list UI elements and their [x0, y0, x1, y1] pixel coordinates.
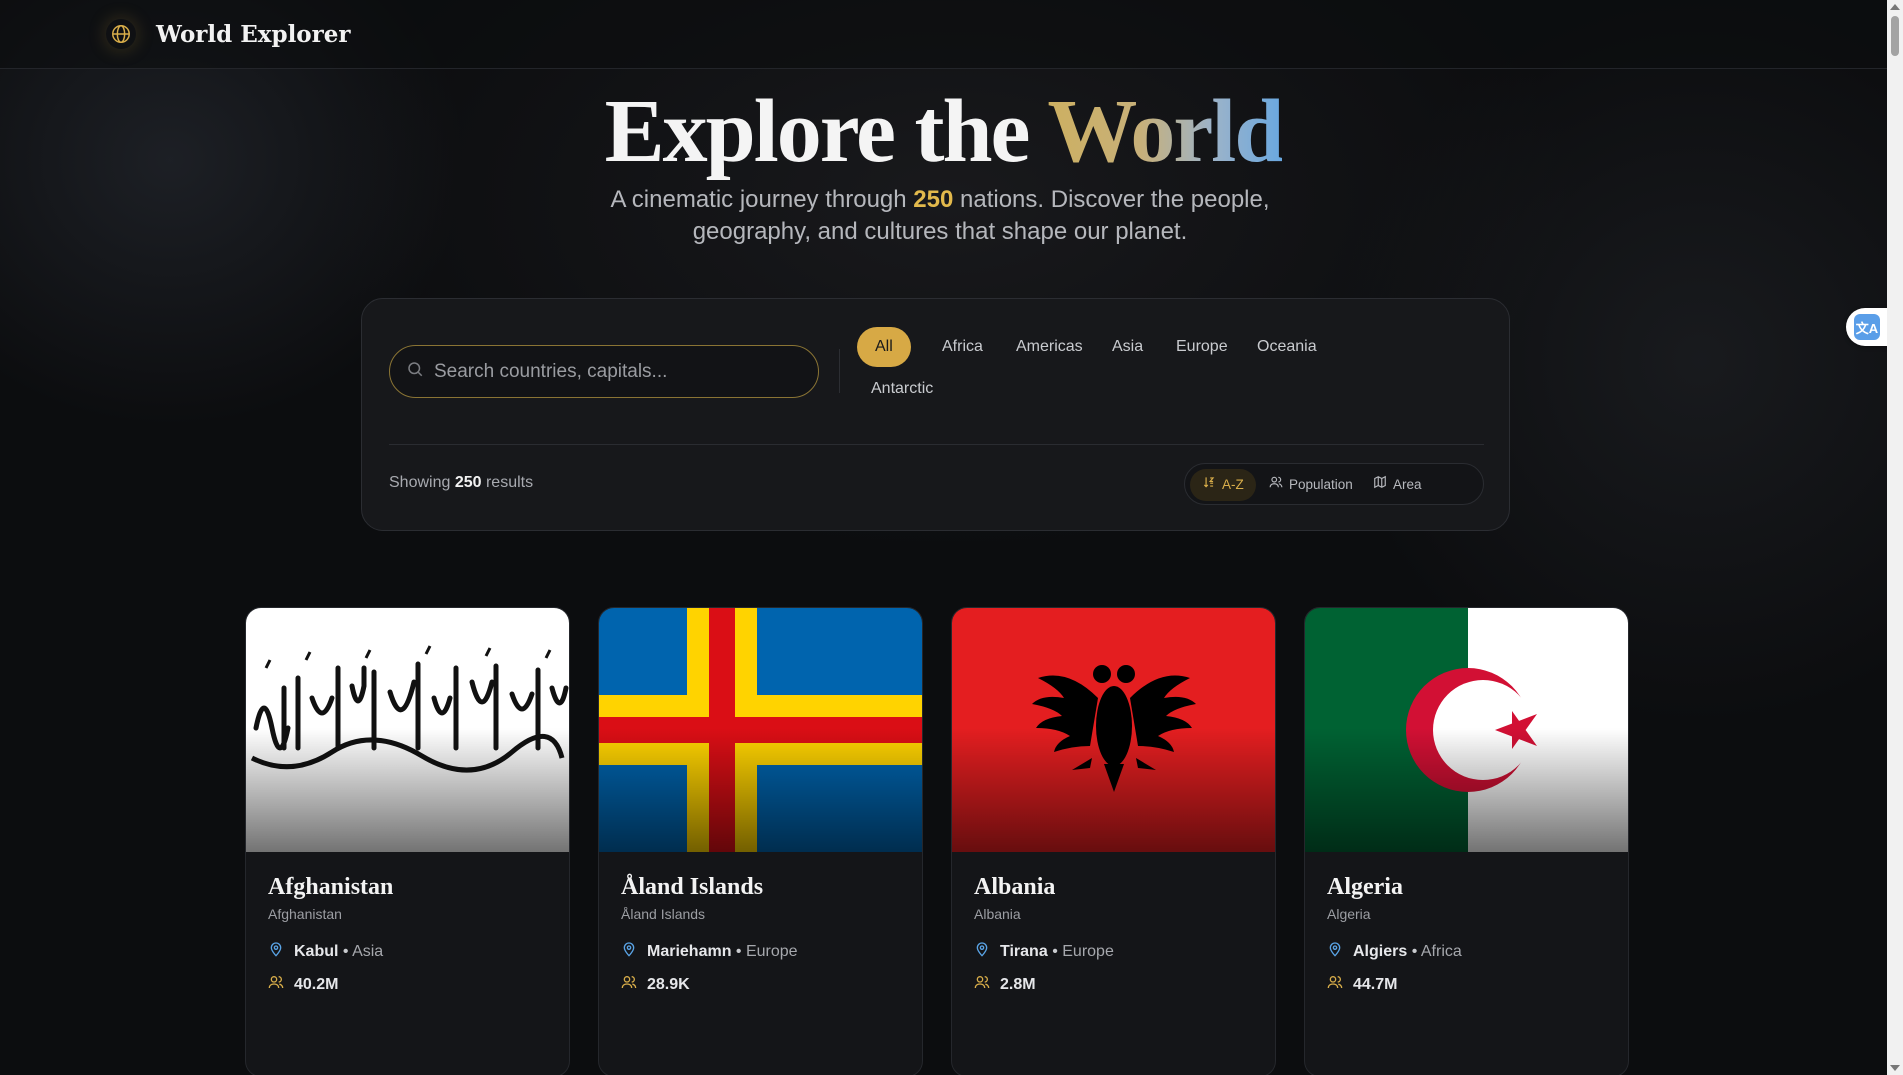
scrollbar-thumb[interactable] — [1891, 16, 1899, 56]
filter-chip-all[interactable]: All — [857, 327, 911, 367]
results-prefix: Showing — [389, 474, 455, 491]
translate-extension-button[interactable]: 文A — [1846, 308, 1888, 346]
country-card-albania[interactable]: Albania Albania Tirana • Europe 2.8M — [951, 607, 1276, 1075]
country-card-algeria[interactable]: Algeria Algeria Algiers • Africa 44.7M — [1304, 607, 1629, 1075]
map-pin-icon — [974, 941, 990, 962]
search-icon — [406, 360, 424, 383]
people-icon — [1327, 974, 1343, 995]
results-number: 250 — [454, 474, 482, 491]
sort-az-button[interactable]: A-Z — [1190, 469, 1256, 501]
scroll-down-arrow-icon[interactable] — [1890, 1065, 1900, 1071]
population-value: 44.7M — [1353, 975, 1398, 993]
results-suffix: results — [481, 474, 534, 491]
filter-chip-antarctic[interactable]: Antarctic — [871, 369, 933, 409]
flag-aland-islands — [599, 608, 922, 852]
results-count: Showing 250 results — [389, 474, 533, 492]
page-scrollbar[interactable] — [1887, 0, 1903, 1075]
region-name: Asia — [352, 942, 384, 960]
map-pin-icon — [1327, 941, 1343, 962]
filter-panel: All Africa Americas Asia Europe Oceania … — [361, 298, 1510, 531]
sort-az-label: A-Z — [1222, 477, 1244, 492]
people-icon — [974, 974, 990, 995]
region-name: Africa — [1420, 942, 1462, 960]
filter-chip-americas[interactable]: Americas — [998, 327, 1101, 367]
population-row: 40.2M — [268, 974, 338, 995]
population-row: 28.9K — [621, 974, 690, 995]
flag-albania — [952, 608, 1275, 852]
flag-fade-overlay — [246, 728, 569, 852]
search-input[interactable] — [434, 360, 794, 383]
map-pin-icon — [621, 941, 637, 962]
country-name: Åland Islands — [621, 874, 764, 900]
capital-row: Kabul • Asia — [268, 941, 383, 962]
country-name: Albania — [974, 874, 1056, 900]
brand-title[interactable]: World Explorer — [156, 21, 351, 48]
capital-row: Tirana • Europe — [974, 941, 1114, 962]
population-value: 40.2M — [294, 975, 339, 993]
sort-toggle-group: A-Z Population Area — [1184, 463, 1484, 505]
population-row: 44.7M — [1327, 974, 1397, 995]
flag-algeria — [1305, 608, 1628, 852]
translate-icon: 文A — [1854, 314, 1880, 340]
capital-row: Mariehamn • Europe — [621, 941, 798, 962]
flag-fade-overlay — [1305, 728, 1628, 852]
people-icon — [268, 974, 284, 995]
country-native-name: Algeria — [1327, 906, 1371, 922]
globe-icon[interactable] — [106, 19, 136, 49]
capital-name: Algiers — [1353, 942, 1408, 960]
sort-area-label: Area — [1393, 477, 1422, 492]
region-name: Europe — [745, 942, 798, 960]
country-name: Algeria — [1327, 874, 1403, 900]
filter-chip-africa[interactable]: Africa — [924, 327, 1001, 367]
nation-count: 250 — [913, 186, 954, 213]
hero-title-accent: World — [1047, 82, 1284, 181]
sort-area-button[interactable]: Area — [1361, 469, 1434, 501]
top-navigation-bar: World Explorer — [0, 0, 1887, 69]
country-card-afghanistan[interactable]: Afghanistan Afghanistan Kabul • Asia 40.… — [245, 607, 570, 1075]
filter-chip-asia[interactable]: Asia — [1094, 327, 1161, 367]
horizontal-divider — [389, 444, 1484, 445]
sort-population-label: Population — [1289, 477, 1353, 492]
capital-name: Kabul — [294, 942, 339, 960]
country-native-name: Afghanistan — [268, 906, 342, 922]
capital-name: Tirana — [1000, 942, 1048, 960]
users-icon — [1269, 469, 1283, 501]
population-value: 28.9K — [647, 975, 690, 993]
flag-afghanistan — [246, 608, 569, 852]
filter-chip-europe[interactable]: Europe — [1158, 327, 1246, 367]
country-native-name: Åland Islands — [621, 906, 706, 922]
region-name: Europe — [1062, 942, 1114, 960]
country-name: Afghanistan — [268, 874, 394, 900]
country-card-aland-islands[interactable]: Åland Islands Åland Islands Mariehamn • … — [598, 607, 923, 1075]
hero-title-prefix: Explore the — [604, 82, 1048, 181]
hero-subtitle: A cinematic journey through 250 nations.… — [590, 184, 1290, 248]
people-icon — [621, 974, 637, 995]
hero-sub-before: A cinematic journey through — [610, 186, 914, 213]
capital-row: Algiers • Africa — [1327, 941, 1462, 962]
search-box[interactable] — [389, 345, 819, 398]
filter-chip-oceania[interactable]: Oceania — [1239, 327, 1335, 367]
sort-az-icon — [1202, 469, 1216, 501]
scroll-up-arrow-icon[interactable] — [1890, 4, 1900, 10]
hero-title: Explore the World — [0, 80, 1887, 183]
flag-fade-overlay — [599, 728, 922, 852]
vertical-divider — [839, 349, 840, 393]
population-row: 2.8M — [974, 974, 1036, 995]
country-native-name: Albania — [974, 906, 1021, 922]
sort-population-button[interactable]: Population — [1257, 469, 1365, 501]
population-value: 2.8M — [1000, 975, 1036, 993]
map-pin-icon — [268, 941, 284, 962]
flag-fade-overlay — [952, 728, 1275, 852]
map-icon — [1373, 469, 1387, 501]
capital-name: Mariehamn — [647, 942, 732, 960]
